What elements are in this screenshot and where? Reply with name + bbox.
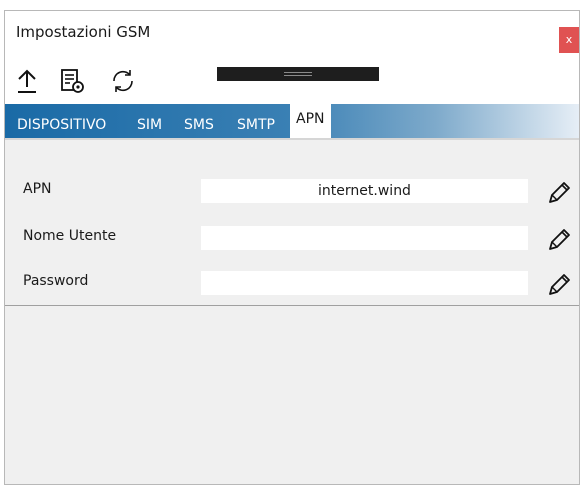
edit-apn-button[interactable] (542, 176, 576, 210)
password-label: Password (23, 273, 89, 289)
password-row: Password (5, 268, 579, 298)
grip-lines-icon (284, 72, 312, 76)
apn-label: APN (23, 181, 52, 197)
title-bar: Impostazioni GSM x (5, 11, 579, 59)
apn-field[interactable] (201, 179, 528, 203)
pencil-icon (549, 274, 570, 295)
username-label: Nome Utente (23, 228, 117, 244)
settings-document-icon (61, 69, 84, 93)
upload-button[interactable] (11, 65, 43, 97)
edit-password-button[interactable] (542, 268, 576, 302)
drag-handle[interactable] (217, 67, 379, 81)
apn-settings-panel: APN Nome Utente Passwo (5, 140, 579, 306)
tab-smtp[interactable]: SMTP (237, 104, 275, 140)
edit-username-button[interactable] (542, 223, 576, 257)
window-title: Impostazioni GSM (16, 23, 151, 41)
gsm-settings-window: Impostazioni GSM x DISPOSITIVO SIM SMS S… (4, 10, 580, 485)
username-field[interactable] (201, 226, 528, 250)
tab-apn[interactable]: APN (290, 104, 331, 138)
upload-icon (18, 69, 36, 93)
tab-sim[interactable]: SIM (137, 104, 162, 140)
toolbar (5, 59, 579, 104)
password-field[interactable] (201, 271, 528, 295)
apn-row: APN (5, 176, 579, 206)
tab-sms[interactable]: SMS (184, 104, 214, 140)
username-row: Nome Utente (5, 223, 579, 253)
tab-dispositivo[interactable]: DISPOSITIVO (17, 104, 106, 140)
close-button[interactable]: x (559, 27, 579, 53)
pencil-icon (549, 229, 570, 250)
refresh-icon (113, 70, 133, 92)
refresh-button[interactable] (107, 65, 139, 97)
settings-document-button[interactable] (57, 65, 89, 97)
pencil-icon (549, 182, 570, 203)
tab-bar: DISPOSITIVO SIM SMS SMTP APN (5, 104, 579, 140)
